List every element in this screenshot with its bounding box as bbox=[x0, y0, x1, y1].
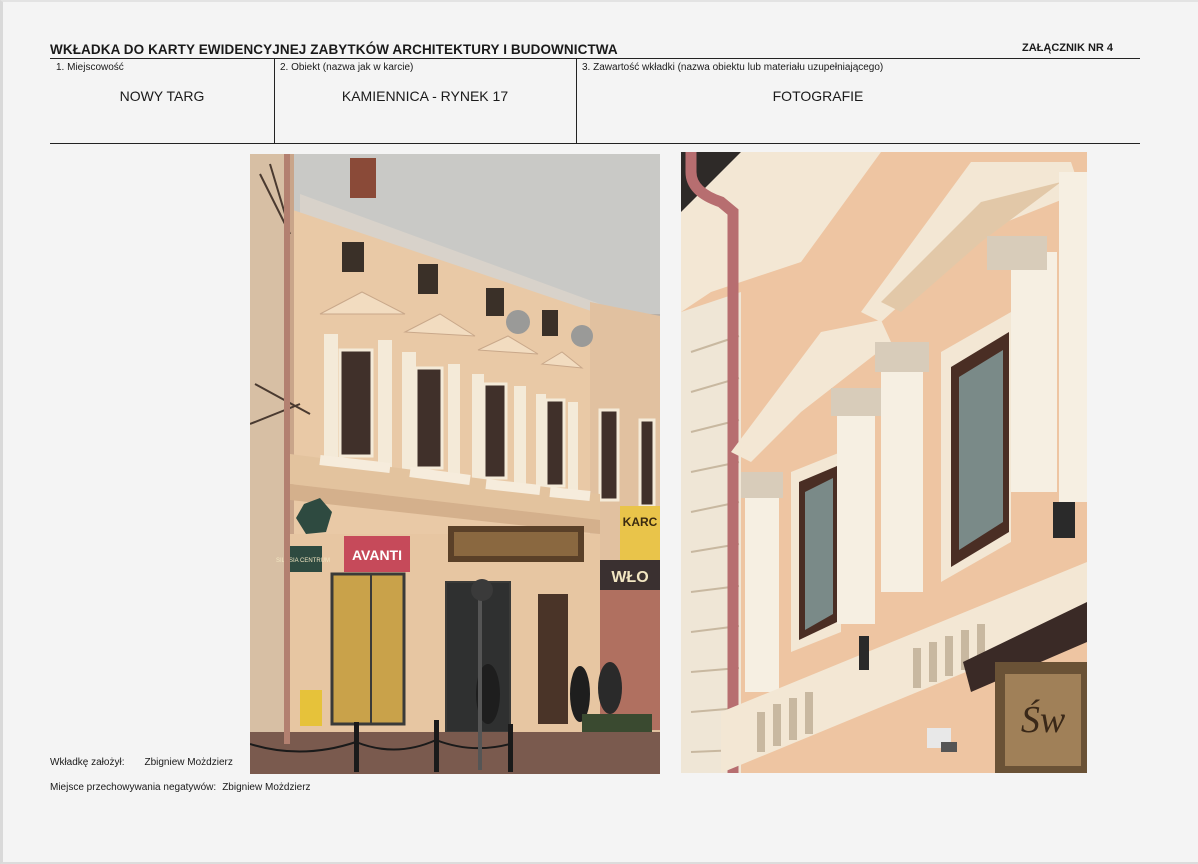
founder-line: Wkładkę założył: Zbigniew Możdzierz bbox=[50, 757, 233, 768]
shop-sign-karc: KARC bbox=[623, 515, 658, 529]
annex-number: ZAŁĄCZNIK NR 4 bbox=[1022, 42, 1114, 54]
shop-sign-avanti: AVANTI bbox=[352, 547, 402, 563]
place-label: 1. Miejscowość bbox=[56, 62, 124, 73]
storage-line: Miejsce przechowywania negatywów: Zbignie… bbox=[50, 782, 311, 793]
header-top-rule bbox=[50, 58, 1140, 59]
storage-value: Zbigniew Możdzierz bbox=[222, 782, 311, 793]
detail-sign-text: Św bbox=[1021, 699, 1066, 741]
object-label: 2. Obiekt (nazwa jak w karcie) bbox=[280, 62, 414, 73]
content-value: FOTOGRAFIE bbox=[772, 88, 864, 104]
photo-detail: Św bbox=[681, 152, 1087, 773]
place-value: NOWY TARG bbox=[119, 88, 205, 104]
founder-value: Zbigniew Możdzierz bbox=[144, 757, 233, 768]
header-bottom-rule bbox=[50, 143, 1140, 144]
content-label: 3. Zawartość wkładki (nazwa obiektu lub … bbox=[582, 62, 884, 73]
storage-label: Miejsce przechowywania negatywów: bbox=[50, 782, 217, 793]
shop-sign-wlo: WŁO bbox=[611, 569, 648, 586]
document-title: WKŁADKA DO KARTY EWIDENCYJNEJ ZABYTKÓW A… bbox=[50, 42, 618, 57]
photo-facade: AVANTI SILESIA CENTRUM KARC WŁO bbox=[250, 154, 660, 774]
object-value: KAMIENNICA - RYNEK 17 bbox=[341, 88, 509, 104]
founder-label: Wkładkę założył: bbox=[50, 757, 125, 768]
